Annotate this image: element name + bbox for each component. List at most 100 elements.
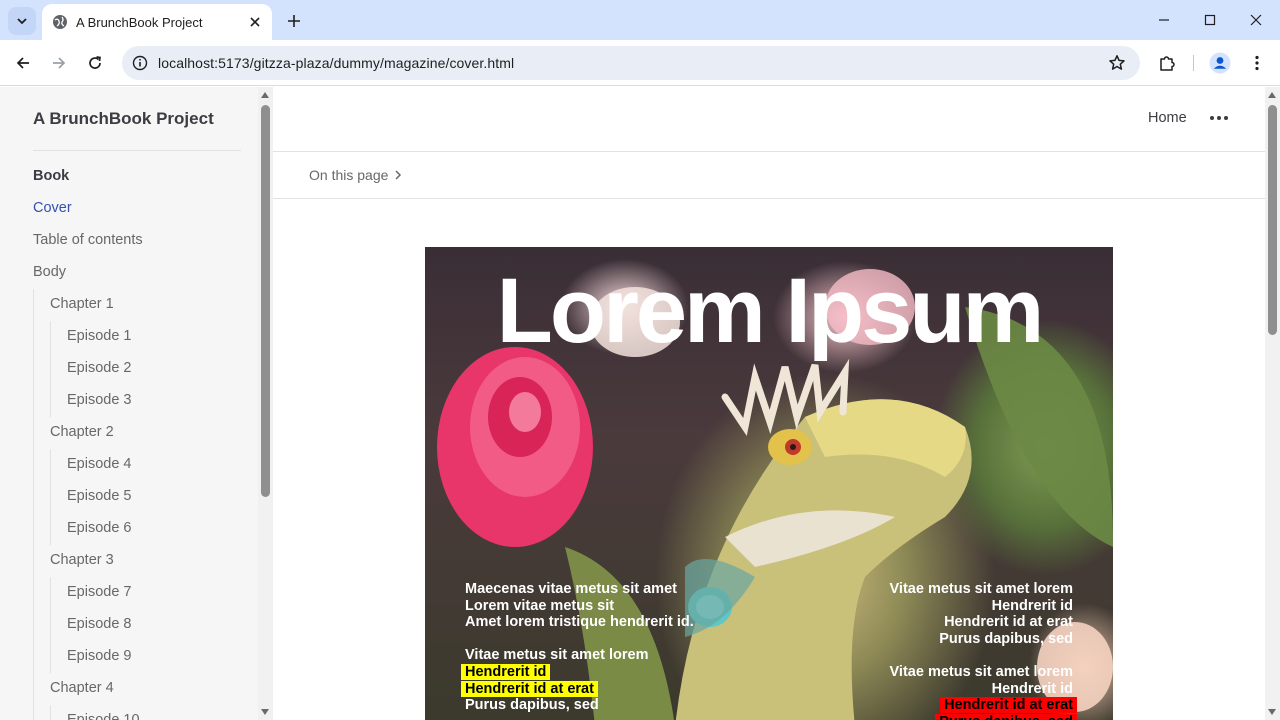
- scroll-up-arrow[interactable]: [1268, 92, 1276, 98]
- nav-guide-line: [50, 705, 51, 720]
- sidebar-scroll-thumb[interactable]: [261, 105, 270, 497]
- extensions-button[interactable]: [1153, 49, 1181, 77]
- home-link[interactable]: Home: [1148, 110, 1187, 126]
- main-scroll-thumb[interactable]: [1268, 105, 1277, 335]
- sidebar-item-episode-10[interactable]: Episode 10: [67, 712, 140, 720]
- menu-button[interactable]: [1243, 49, 1271, 77]
- close-icon: [250, 17, 260, 27]
- cover-line: Purus dapibus, sed: [465, 697, 694, 714]
- chevron-right-icon: [395, 170, 402, 180]
- site-title[interactable]: A BrunchBook Project: [33, 109, 214, 129]
- cover-line-text: Hendrerit id: [991, 680, 1073, 697]
- sidebar-item-episode-2[interactable]: Episode 2: [67, 360, 132, 376]
- avatar-icon: [1209, 52, 1231, 74]
- sidebar-item-chapter-1[interactable]: Chapter 1: [50, 296, 114, 312]
- rose-illustration: [437, 347, 593, 547]
- sidebar-divider: [33, 150, 241, 151]
- nav-guide-line: [50, 577, 51, 673]
- profile-button[interactable]: [1206, 49, 1234, 77]
- toolbar-divider: [1193, 55, 1194, 71]
- cover-blurb-right: Vitae metus sit amet lorem Hendrerit id He…: [889, 581, 1077, 720]
- cover-line: Purus dapibus, sed: [890, 713, 1077, 720]
- on-this-page-label: On this page: [309, 167, 389, 183]
- scroll-down-arrow[interactable]: [1268, 709, 1276, 715]
- cover-line: Maecenas vitae metus sit amet: [465, 581, 694, 598]
- sidebar-item-episode-9[interactable]: Episode 9: [67, 648, 132, 664]
- kebab-menu-icon: [1255, 55, 1259, 71]
- sidebar-scrollbar[interactable]: [258, 87, 273, 720]
- cover-blurb-left: Maecenas vitae metus sit amet Lorem vitae…: [461, 581, 694, 714]
- nav-guide-line: [33, 289, 34, 720]
- sidebar-item-cover[interactable]: Cover: [33, 200, 72, 216]
- sidebar-item-chapter-4[interactable]: Chapter 4: [50, 680, 114, 696]
- tab-close-button[interactable]: [244, 11, 266, 33]
- sidebar-item-episode-7[interactable]: Episode 7: [67, 584, 132, 600]
- scroll-up-arrow[interactable]: [261, 92, 269, 98]
- window-close-button[interactable]: [1233, 0, 1279, 40]
- arrow-right-icon: [53, 57, 66, 69]
- sidebar-item-chapter-3[interactable]: Chapter 3: [50, 552, 114, 568]
- cover-line: Vitae metus sit amet lorem: [465, 647, 694, 664]
- sidebar-item-chapter-2[interactable]: Chapter 2: [50, 424, 114, 440]
- star-icon: [1109, 55, 1125, 70]
- dot: [1224, 116, 1228, 120]
- cover-line-text: Lorem vitae metus sit: [465, 597, 615, 614]
- forward-button[interactable]: [45, 49, 73, 77]
- tab-strip: A BrunchBook Project: [0, 0, 1280, 40]
- scroll-down-arrow[interactable]: [261, 709, 269, 715]
- browser-toolbar: localhost:5173/gitzza-plaza/dummy/magazi…: [0, 40, 1280, 86]
- cover-line: Hendrerit id at erat: [890, 697, 1077, 714]
- sidebar-item-body[interactable]: Body: [33, 264, 66, 280]
- sidebar-item-book: Book: [33, 168, 70, 184]
- sidebar-item-episode-4[interactable]: Episode 4: [67, 456, 132, 472]
- sidebar-item-table-of-contents[interactable]: Table of contents: [33, 232, 143, 248]
- reload-icon: [89, 56, 101, 69]
- arrow-left-icon: [16, 57, 29, 69]
- reload-button[interactable]: [81, 49, 109, 77]
- cover-line-text: Vitae metus sit amet lorem: [465, 647, 649, 664]
- cover-line-text: Hendrerit id at erat: [461, 680, 598, 697]
- dot: [1210, 116, 1214, 120]
- cover-line: [890, 647, 1073, 664]
- new-tab-button[interactable]: [280, 7, 308, 35]
- cover-line: Amet lorem tristique hendrerit id.: [465, 614, 694, 631]
- bookmark-button[interactable]: [1108, 54, 1126, 77]
- on-this-page-button[interactable]: On this page: [309, 167, 402, 183]
- url-text: localhost:5173/gitzza-plaza/dummy/magazi…: [158, 55, 515, 71]
- top-nav: Home: [273, 87, 1265, 152]
- minimize-button[interactable]: [1141, 0, 1187, 40]
- maximize-button[interactable]: [1187, 0, 1233, 40]
- sidebar-item-episode-8[interactable]: Episode 8: [67, 616, 132, 632]
- chevron-down-icon: [17, 18, 27, 25]
- site-info-button[interactable]: [122, 55, 158, 71]
- sidebar-item-episode-3[interactable]: Episode 3: [67, 392, 132, 408]
- cover-line-text: Hendrerit id at erat: [944, 614, 1073, 631]
- cover-line: Hendrerit id at erat: [461, 680, 694, 698]
- close-icon: [1250, 14, 1262, 26]
- sidebar-item-episode-6[interactable]: Episode 6: [67, 520, 132, 536]
- puzzle-icon: [1160, 56, 1175, 71]
- cover-line-text: Hendrerit id at erat: [940, 697, 1077, 714]
- more-menu-button[interactable]: [1210, 116, 1228, 120]
- browser-tab[interactable]: A BrunchBook Project: [42, 4, 272, 40]
- tab-search-button[interactable]: [8, 7, 36, 35]
- cover-line: Hendrerit id: [461, 663, 694, 681]
- globe-icon: [53, 15, 67, 29]
- maximize-icon: [1204, 14, 1216, 26]
- minimize-icon: [1159, 19, 1169, 21]
- tab-title: A BrunchBook Project: [76, 14, 203, 30]
- sidebar: A BrunchBook Project Book Cover Table of c…: [0, 87, 258, 720]
- info-icon: [132, 55, 148, 71]
- address-bar[interactable]: localhost:5173/gitzza-plaza/dummy/magazi…: [122, 46, 1140, 80]
- cover-line: Lorem vitae metus sit: [465, 598, 694, 615]
- sidebar-item-episode-1[interactable]: Episode 1: [67, 328, 132, 344]
- cover-line: Purus dapibus, sed: [890, 631, 1073, 648]
- sidebar-item-episode-5[interactable]: Episode 5: [67, 488, 132, 504]
- cover-line: Vitae metus sit amet lorem: [890, 581, 1073, 598]
- cover-line-text: Vitae metus sit amet lorem: [889, 663, 1073, 680]
- back-button[interactable]: [9, 49, 37, 77]
- cover-line: Hendrerit id at erat: [890, 614, 1073, 631]
- cover-line-text: Maecenas vitae metus sit amet: [465, 581, 677, 597]
- main-scrollbar[interactable]: [1265, 87, 1280, 720]
- main-content: Home On this page Lorem Ipsum Maecenas v…: [273, 87, 1265, 720]
